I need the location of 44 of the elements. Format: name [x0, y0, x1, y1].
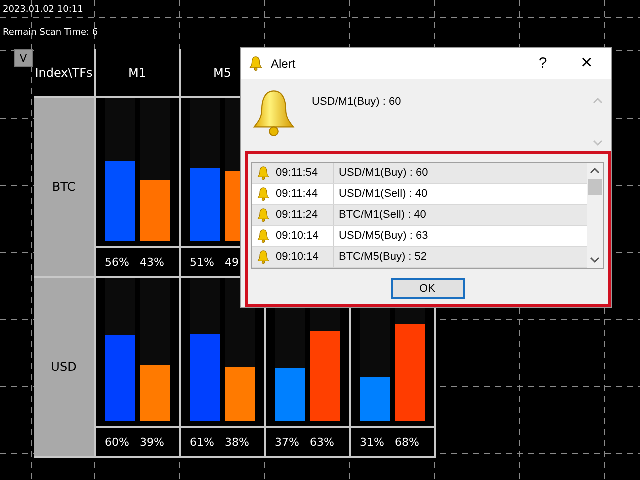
percentage-text: 31% — [360, 436, 386, 448]
scroll-down-button[interactable] — [590, 256, 600, 264]
scrollbar-thumb[interactable] — [588, 179, 602, 195]
bell-icon — [257, 208, 270, 222]
date-time-text: 2023.01.02 10:11 — [3, 4, 84, 17]
log-time: 09:11:24 — [276, 209, 318, 221]
percentage-text: 37% — [275, 436, 300, 448]
percentage-text: 51% — [190, 256, 216, 268]
dialog-title: Alert — [271, 56, 297, 70]
percentage-text: 61% — [190, 436, 216, 448]
ok-button[interactable]: OK — [390, 278, 464, 299]
toggle-button[interactable]: V — [14, 49, 33, 67]
percentage-text: 56% — [105, 256, 130, 268]
bell-icon — [257, 250, 270, 264]
percentage-text: 38% — [225, 436, 250, 448]
row-header: BTC — [34, 98, 94, 276]
percentage-text: 43% — [140, 256, 166, 268]
log-time: 09:11:44 — [276, 188, 318, 200]
log-time: 09:10:14 — [276, 230, 319, 242]
bell-icon — [257, 187, 270, 201]
row-header: USD — [34, 278, 94, 456]
scroll-up-button[interactable] — [590, 167, 600, 175]
percentage-text: 49 — [225, 256, 240, 268]
log-time: 09:10:14 — [276, 251, 319, 263]
bell-icon — [251, 89, 297, 137]
scan-status-text: Remain Scan Time: 6 — [3, 27, 100, 40]
percentage-text: 39% — [140, 436, 166, 448]
log-message: USD/M1(Buy) : 60 — [339, 167, 428, 179]
log-message: BTC/M5(Buy) : 52 — [339, 251, 428, 263]
bell-icon — [257, 166, 270, 180]
bell-icon — [249, 56, 263, 71]
bell-icon — [257, 229, 270, 243]
alert-message: USD/M1(Buy) : 60 — [312, 96, 402, 108]
log-message: USD/M5(Buy) : 63 — [339, 230, 428, 242]
column-header: M1 — [96, 49, 179, 96]
percentage-text: 68% — [395, 436, 420, 448]
log-message: USD/M1(Sell) : 40 — [339, 188, 428, 200]
help-button[interactable]: ? — [521, 48, 565, 78]
close-button[interactable]: × — [565, 48, 609, 78]
percentage-text: 63% — [310, 436, 336, 448]
log-message: BTC/M1(Sell) : 40 — [339, 209, 426, 221]
percentage-text: 60% — [105, 436, 130, 448]
corner-header: Index\TFs — [34, 49, 94, 96]
log-time: 09:11:54 — [276, 167, 318, 179]
